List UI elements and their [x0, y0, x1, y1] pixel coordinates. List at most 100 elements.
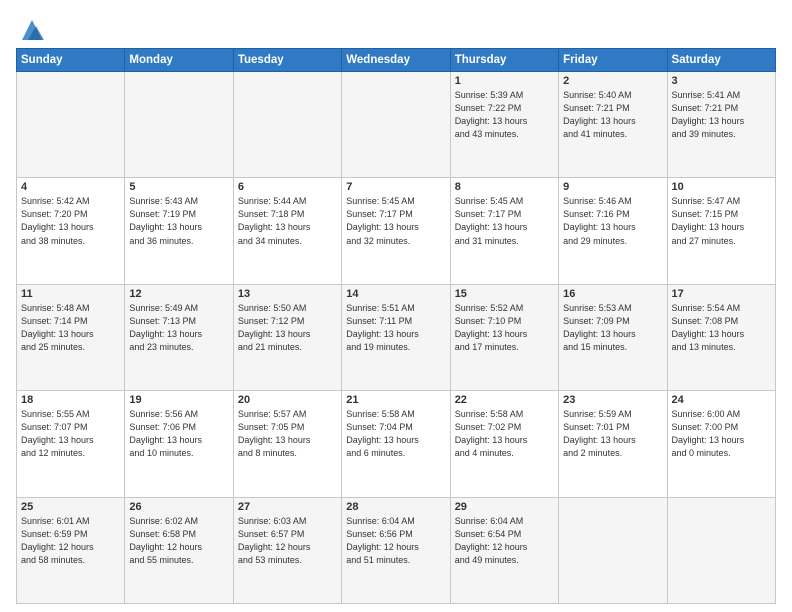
- day-number: 7: [346, 181, 445, 193]
- weekday-header-tuesday: Tuesday: [233, 49, 341, 72]
- day-info: Sunrise: 5:43 AM Sunset: 7:19 PM Dayligh…: [129, 195, 228, 247]
- weekday-header-monday: Monday: [125, 49, 233, 72]
- page: SundayMondayTuesdayWednesdayThursdayFrid…: [0, 0, 792, 612]
- day-cell: 26 Sunrise: 6:02 AM Sunset: 6:58 PM Dayli…: [125, 497, 233, 603]
- day-cell: 18 Sunrise: 5:55 AM Sunset: 7:07 PM Dayli…: [17, 391, 125, 497]
- day-cell: [342, 72, 450, 178]
- day-number: 28: [346, 501, 445, 513]
- day-cell: 13 Sunrise: 5:50 AM Sunset: 7:12 PM Dayli…: [233, 284, 341, 390]
- day-info: Sunrise: 5:55 AM Sunset: 7:07 PM Dayligh…: [21, 408, 120, 460]
- day-info: Sunrise: 5:54 AM Sunset: 7:08 PM Dayligh…: [672, 302, 771, 354]
- day-number: 22: [455, 394, 554, 406]
- day-info: Sunrise: 5:53 AM Sunset: 7:09 PM Dayligh…: [563, 302, 662, 354]
- day-cell: 1 Sunrise: 5:39 AM Sunset: 7:22 PM Daylig…: [450, 72, 558, 178]
- day-cell: 3 Sunrise: 5:41 AM Sunset: 7:21 PM Daylig…: [667, 72, 775, 178]
- day-cell: 5 Sunrise: 5:43 AM Sunset: 7:19 PM Daylig…: [125, 178, 233, 284]
- week-row-2: 4 Sunrise: 5:42 AM Sunset: 7:20 PM Daylig…: [17, 178, 776, 284]
- calendar-table: SundayMondayTuesdayWednesdayThursdayFrid…: [16, 48, 776, 604]
- day-number: 2: [563, 75, 662, 87]
- day-info: Sunrise: 6:01 AM Sunset: 6:59 PM Dayligh…: [21, 515, 120, 567]
- day-info: Sunrise: 5:45 AM Sunset: 7:17 PM Dayligh…: [346, 195, 445, 247]
- day-number: 19: [129, 394, 228, 406]
- day-cell: 6 Sunrise: 5:44 AM Sunset: 7:18 PM Daylig…: [233, 178, 341, 284]
- day-number: 4: [21, 181, 120, 193]
- day-number: 8: [455, 181, 554, 193]
- weekday-header-friday: Friday: [559, 49, 667, 72]
- day-info: Sunrise: 5:51 AM Sunset: 7:11 PM Dayligh…: [346, 302, 445, 354]
- day-number: 24: [672, 394, 771, 406]
- day-cell: 4 Sunrise: 5:42 AM Sunset: 7:20 PM Daylig…: [17, 178, 125, 284]
- day-info: Sunrise: 5:58 AM Sunset: 7:04 PM Dayligh…: [346, 408, 445, 460]
- day-cell: 20 Sunrise: 5:57 AM Sunset: 7:05 PM Dayli…: [233, 391, 341, 497]
- day-cell: 15 Sunrise: 5:52 AM Sunset: 7:10 PM Dayli…: [450, 284, 558, 390]
- week-row-3: 11Sunrise: 5:48 AM Sunset: 7:14 PM Dayli…: [17, 284, 776, 390]
- day-number: 1: [455, 75, 554, 87]
- day-cell: 21 Sunrise: 5:58 AM Sunset: 7:04 PM Dayli…: [342, 391, 450, 497]
- day-info: Sunrise: 5:50 AM Sunset: 7:12 PM Dayligh…: [238, 302, 337, 354]
- day-cell: [667, 497, 775, 603]
- day-cell: 19Sunrise: 5:56 AM Sunset: 7:06 PM Dayli…: [125, 391, 233, 497]
- day-info: Sunrise: 6:04 AM Sunset: 6:56 PM Dayligh…: [346, 515, 445, 567]
- day-cell: 2 Sunrise: 5:40 AM Sunset: 7:21 PM Daylig…: [559, 72, 667, 178]
- day-cell: 24 Sunrise: 6:00 AM Sunset: 7:00 PM Dayli…: [667, 391, 775, 497]
- day-info: Sunrise: 5:49 AM Sunset: 7:13 PM Dayligh…: [129, 302, 228, 354]
- weekday-header-row: SundayMondayTuesdayWednesdayThursdayFrid…: [17, 49, 776, 72]
- day-cell: [233, 72, 341, 178]
- day-cell: [17, 72, 125, 178]
- week-row-1: 1 Sunrise: 5:39 AM Sunset: 7:22 PM Daylig…: [17, 72, 776, 178]
- day-cell: 11Sunrise: 5:48 AM Sunset: 7:14 PM Dayli…: [17, 284, 125, 390]
- day-number: 3: [672, 75, 771, 87]
- day-number: 6: [238, 181, 337, 193]
- day-info: Sunrise: 6:02 AM Sunset: 6:58 PM Dayligh…: [129, 515, 228, 567]
- day-cell: 14 Sunrise: 5:51 AM Sunset: 7:11 PM Dayli…: [342, 284, 450, 390]
- day-info: Sunrise: 6:03 AM Sunset: 6:57 PM Dayligh…: [238, 515, 337, 567]
- day-cell: 12 Sunrise: 5:49 AM Sunset: 7:13 PM Dayli…: [125, 284, 233, 390]
- day-info: Sunrise: 5:39 AM Sunset: 7:22 PM Dayligh…: [455, 89, 554, 141]
- day-info: Sunrise: 5:41 AM Sunset: 7:21 PM Dayligh…: [672, 89, 771, 141]
- day-cell: 9Sunrise: 5:46 AM Sunset: 7:16 PM Daylig…: [559, 178, 667, 284]
- day-number: 17: [672, 288, 771, 300]
- day-cell: 27Sunrise: 6:03 AM Sunset: 6:57 PM Dayli…: [233, 497, 341, 603]
- logo-icon: [18, 16, 46, 44]
- day-info: Sunrise: 5:58 AM Sunset: 7:02 PM Dayligh…: [455, 408, 554, 460]
- weekday-header-saturday: Saturday: [667, 49, 775, 72]
- day-number: 14: [346, 288, 445, 300]
- day-cell: 25 Sunrise: 6:01 AM Sunset: 6:59 PM Dayli…: [17, 497, 125, 603]
- header-area: [16, 12, 776, 44]
- day-number: 21: [346, 394, 445, 406]
- day-number: 12: [129, 288, 228, 300]
- day-number: 13: [238, 288, 337, 300]
- day-cell: [559, 497, 667, 603]
- day-cell: 28 Sunrise: 6:04 AM Sunset: 6:56 PM Dayli…: [342, 497, 450, 603]
- day-info: Sunrise: 5:52 AM Sunset: 7:10 PM Dayligh…: [455, 302, 554, 354]
- day-cell: [125, 72, 233, 178]
- day-cell: 7 Sunrise: 5:45 AM Sunset: 7:17 PM Daylig…: [342, 178, 450, 284]
- day-number: 11: [21, 288, 120, 300]
- day-info: Sunrise: 5:57 AM Sunset: 7:05 PM Dayligh…: [238, 408, 337, 460]
- day-number: 16: [563, 288, 662, 300]
- day-number: 25: [21, 501, 120, 513]
- day-cell: 29Sunrise: 6:04 AM Sunset: 6:54 PM Dayli…: [450, 497, 558, 603]
- day-info: Sunrise: 6:04 AM Sunset: 6:54 PM Dayligh…: [455, 515, 554, 567]
- day-info: Sunrise: 5:44 AM Sunset: 7:18 PM Dayligh…: [238, 195, 337, 247]
- day-number: 26: [129, 501, 228, 513]
- day-number: 23: [563, 394, 662, 406]
- day-number: 15: [455, 288, 554, 300]
- day-number: 10: [672, 181, 771, 193]
- day-number: 5: [129, 181, 228, 193]
- day-number: 20: [238, 394, 337, 406]
- logo: [16, 16, 46, 44]
- day-cell: 22 Sunrise: 5:58 AM Sunset: 7:02 PM Dayli…: [450, 391, 558, 497]
- day-info: Sunrise: 5:59 AM Sunset: 7:01 PM Dayligh…: [563, 408, 662, 460]
- day-info: Sunrise: 5:40 AM Sunset: 7:21 PM Dayligh…: [563, 89, 662, 141]
- day-number: 18: [21, 394, 120, 406]
- day-info: Sunrise: 6:00 AM Sunset: 7:00 PM Dayligh…: [672, 408, 771, 460]
- week-row-4: 18 Sunrise: 5:55 AM Sunset: 7:07 PM Dayli…: [17, 391, 776, 497]
- day-number: 9: [563, 181, 662, 193]
- day-info: Sunrise: 5:42 AM Sunset: 7:20 PM Dayligh…: [21, 195, 120, 247]
- weekday-header-sunday: Sunday: [17, 49, 125, 72]
- week-row-5: 25 Sunrise: 6:01 AM Sunset: 6:59 PM Dayli…: [17, 497, 776, 603]
- day-cell: 23 Sunrise: 5:59 AM Sunset: 7:01 PM Dayli…: [559, 391, 667, 497]
- weekday-header-thursday: Thursday: [450, 49, 558, 72]
- day-info: Sunrise: 5:47 AM Sunset: 7:15 PM Dayligh…: [672, 195, 771, 247]
